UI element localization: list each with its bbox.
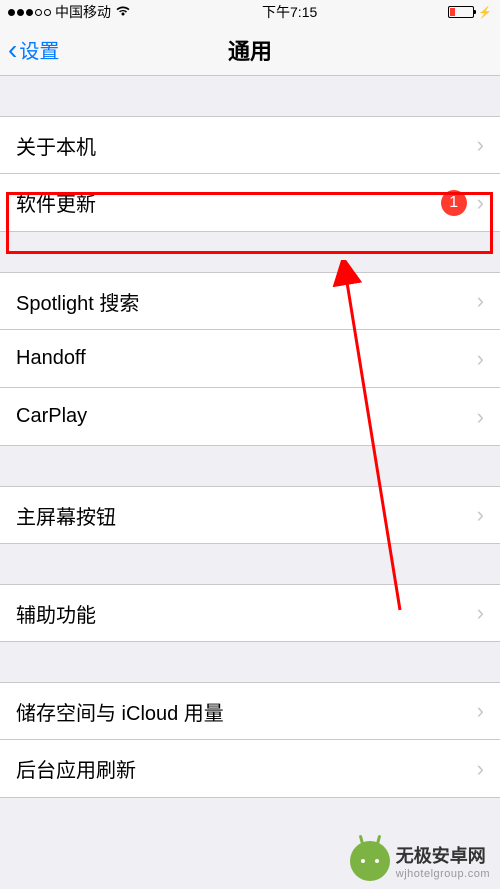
row-accessibility[interactable]: 辅助功能 ›: [0, 584, 500, 642]
row-label: 储存空间与 iCloud 用量: [16, 697, 477, 726]
watermark: 无极安卓网 wjhotelgroup.com: [350, 841, 490, 881]
row-about[interactable]: 关于本机 ›: [0, 116, 500, 174]
status-right: ⚡: [448, 6, 492, 19]
group-accessibility: 辅助功能 ›: [0, 584, 500, 642]
android-logo-icon: [350, 841, 390, 881]
signal-strength-icon: [8, 9, 51, 16]
row-storage[interactable]: 储存空间与 iCloud 用量 ›: [0, 682, 500, 740]
status-bar: 中国移动 下午7:15 ⚡: [0, 0, 500, 24]
notification-badge: 1: [441, 190, 467, 216]
watermark-title: 无极安卓网: [396, 842, 490, 868]
back-button[interactable]: ‹ 设置: [0, 34, 59, 66]
chevron-right-icon: ›: [477, 600, 484, 626]
chevron-right-icon: ›: [477, 756, 484, 782]
row-label: 主屏幕按钮: [16, 501, 477, 530]
row-handoff[interactable]: Handoff ›: [0, 330, 500, 388]
row-label: Handoff: [16, 347, 477, 370]
group-search: Spotlight 搜索 › Handoff › CarPlay ›: [0, 272, 500, 446]
row-background-refresh[interactable]: 后台应用刷新 ›: [0, 740, 500, 798]
chevron-right-icon: ›: [477, 404, 484, 430]
page-title: 通用: [228, 34, 272, 66]
row-spotlight[interactable]: Spotlight 搜索 ›: [0, 272, 500, 330]
battery-icon: [448, 6, 474, 18]
nav-bar: ‹ 设置 通用: [0, 24, 500, 76]
row-label: 软件更新: [16, 188, 441, 217]
chevron-right-icon: ›: [477, 190, 484, 216]
chevron-right-icon: ›: [477, 346, 484, 372]
row-label: CarPlay: [16, 405, 477, 428]
group-storage: 储存空间与 iCloud 用量 › 后台应用刷新 ›: [0, 682, 500, 798]
chevron-right-icon: ›: [477, 132, 484, 158]
chevron-right-icon: ›: [477, 288, 484, 314]
clock: 下午7:15: [262, 2, 317, 22]
status-left: 中国移动: [8, 2, 131, 22]
row-software-update[interactable]: 软件更新 1 ›: [0, 174, 500, 232]
group-homebutton: 主屏幕按钮 ›: [0, 486, 500, 544]
row-home-button[interactable]: 主屏幕按钮 ›: [0, 486, 500, 544]
row-label: 辅助功能: [16, 599, 477, 628]
chevron-right-icon: ›: [477, 698, 484, 724]
back-label: 设置: [19, 35, 59, 64]
row-carplay[interactable]: CarPlay ›: [0, 388, 500, 446]
charging-icon: ⚡: [478, 6, 492, 19]
row-label: Spotlight 搜索: [16, 287, 477, 316]
watermark-sub: wjhotelgroup.com: [396, 868, 490, 880]
group-device: 关于本机 › 软件更新 1 ›: [0, 116, 500, 232]
carrier-label: 中国移动: [55, 2, 111, 22]
row-label: 关于本机: [16, 131, 477, 160]
row-label: 后台应用刷新: [16, 754, 477, 783]
chevron-right-icon: ›: [477, 502, 484, 528]
chevron-left-icon: ‹: [8, 34, 17, 66]
wifi-icon: [115, 5, 131, 20]
